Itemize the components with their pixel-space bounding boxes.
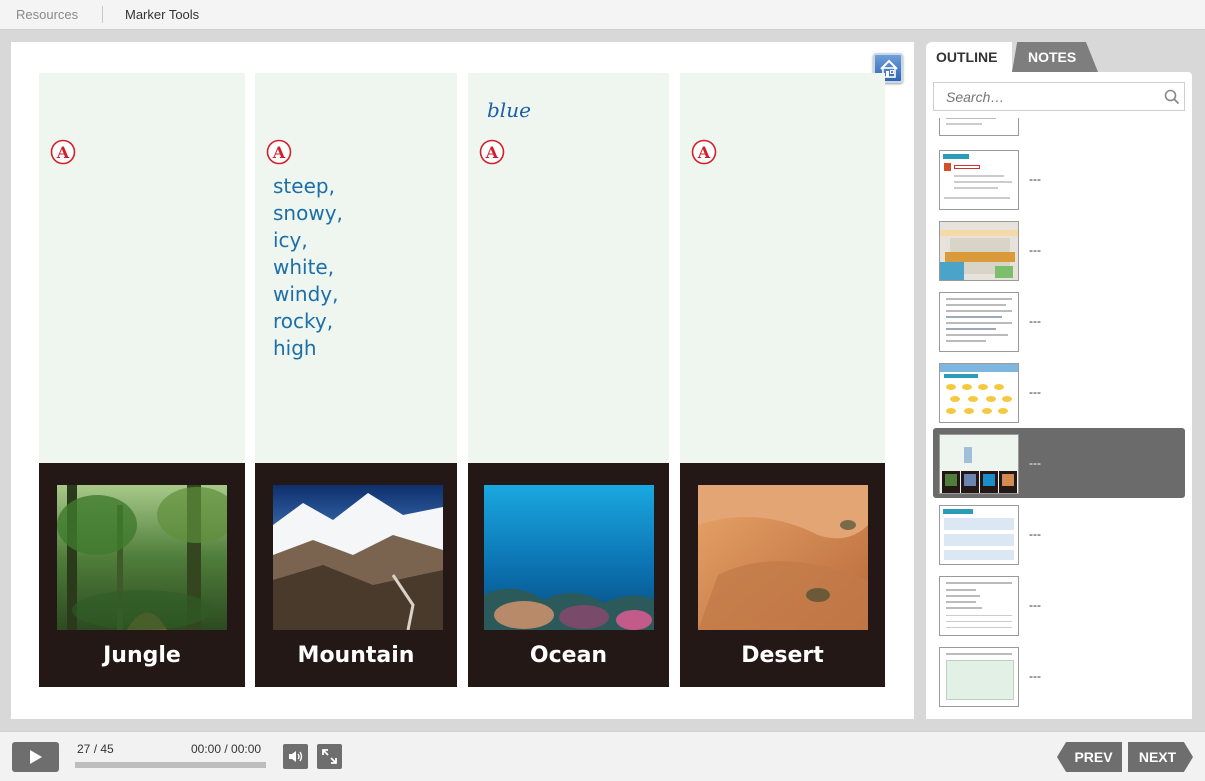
search-icon[interactable]: [1164, 89, 1180, 105]
slide-thumbnail: [939, 647, 1019, 707]
answer-a-icon[interactable]: A: [479, 139, 505, 165]
biome-label: Ocean: [529, 643, 608, 668]
thumbnail-row[interactable]: ---: [933, 641, 1185, 711]
biome-column-mountain: A steep, snowy, icy, white, windy, rocky…: [255, 73, 457, 687]
thumbnail-title: ---: [1029, 243, 1041, 257]
total-pages: / 45: [93, 742, 114, 756]
time-total: / 00:00: [224, 742, 262, 756]
answer-a-icon[interactable]: A: [50, 139, 76, 165]
thumbnail-title: ---: [1029, 527, 1041, 541]
svg-text:A: A: [272, 143, 286, 162]
play-button[interactable]: [12, 742, 59, 772]
thumbnail-row[interactable]: ---: [933, 215, 1185, 285]
prev-button[interactable]: PREV: [1057, 742, 1122, 772]
jungle-photo: [57, 485, 227, 630]
slide-thumbnail: [939, 505, 1019, 565]
thumbnail-title: ---: [1029, 385, 1041, 399]
sidebar: OUTLINE NOTES Search… --- --- --- --- --…: [926, 42, 1192, 719]
biome-card: Desert: [680, 463, 885, 687]
thumbnail-title: ---: [1029, 314, 1041, 328]
answer-text: steep, snowy, icy, white, windy, rocky, …: [273, 174, 343, 360]
slide-thumbnail: [939, 292, 1019, 352]
progress-bar[interactable]: [75, 762, 266, 768]
biome-column-ocean: blue A Ocean: [468, 73, 669, 687]
thumbnail-row[interactable]: [933, 118, 1185, 140]
next-button[interactable]: NEXT: [1128, 742, 1193, 772]
biome-card: Ocean: [468, 463, 669, 687]
tab-outline[interactable]: OUTLINE: [926, 42, 1012, 72]
slide-thumbnail: [939, 576, 1019, 636]
playback-controls: 27 / 45 00:00 / 00:00 PREV NEXT: [0, 731, 1205, 781]
thumbnail-title: ---: [1029, 172, 1041, 186]
answer-area[interactable]: A: [680, 73, 885, 463]
answer-a-icon[interactable]: A: [691, 139, 717, 165]
thumbnail-row[interactable]: ---: [933, 357, 1185, 427]
biome-card: Mountain: [255, 463, 457, 687]
resources-menu[interactable]: Resources: [16, 7, 78, 22]
slide-thumbnail-list[interactable]: --- --- --- --- --- --- --- ---: [933, 118, 1185, 713]
search-input[interactable]: [934, 83, 1154, 110]
svg-text:A: A: [697, 143, 711, 162]
biome-label: Jungle: [103, 643, 181, 668]
slide-canvas: A Jungle A steep, snowy, icy, white, win…: [11, 42, 914, 719]
fullscreen-button[interactable]: [317, 744, 342, 769]
outline-panel: --- ---: [926, 72, 1192, 719]
answer-a-icon[interactable]: A: [266, 139, 292, 165]
thumbnail-row[interactable]: ---: [933, 570, 1185, 640]
mountain-photo: [273, 485, 443, 630]
thumbnail-row[interactable]: ---: [933, 499, 1185, 569]
search-box: [933, 82, 1185, 111]
slide-thumbnail: [939, 434, 1019, 494]
play-icon: [30, 750, 42, 764]
volume-button[interactable]: [283, 744, 308, 769]
answer-area[interactable]: blue A: [468, 73, 669, 463]
thumbnail-row-active[interactable]: ---: [933, 428, 1185, 498]
page-counter: 27 / 45: [77, 742, 114, 756]
thumbnail-row[interactable]: ---: [933, 144, 1185, 214]
thumbnail-row[interactable]: ---: [933, 286, 1185, 356]
biome-label: Desert: [741, 643, 824, 668]
biome-column-jungle: A Jungle: [39, 73, 245, 687]
answer-area[interactable]: A steep, snowy, icy, white, windy, rocky…: [255, 73, 457, 463]
slide-thumbnail: [939, 221, 1019, 281]
answer-area[interactable]: A: [39, 73, 245, 463]
marker-tools-menu[interactable]: Marker Tools: [125, 7, 199, 22]
svg-text:A: A: [485, 143, 499, 162]
biome-label: Mountain: [297, 643, 415, 668]
slide-thumbnail: [939, 150, 1019, 210]
speaker-icon: [289, 751, 303, 762]
time-current: 00:00: [191, 742, 222, 756]
menu-divider: [102, 6, 103, 23]
top-menu-bar: Resources Marker Tools: [0, 0, 1205, 30]
desert-photo: [698, 485, 868, 630]
tab-notes[interactable]: NOTES: [1012, 42, 1098, 72]
thumbnail-title: ---: [1029, 669, 1041, 683]
time-display: 00:00 / 00:00: [191, 742, 261, 756]
biome-card: Jungle: [39, 463, 245, 687]
thumbnail-title: ---: [1029, 456, 1041, 470]
thumbnail-title: ---: [1029, 598, 1041, 612]
svg-text:A: A: [56, 143, 70, 162]
slide-thumbnail: [939, 118, 1019, 136]
biome-column-desert: A Desert: [680, 73, 885, 687]
current-page: 27: [77, 742, 91, 756]
handwritten-answer: blue: [487, 98, 531, 122]
ocean-photo: [484, 485, 654, 630]
expand-icon: [322, 749, 337, 764]
slide-thumbnail: [939, 363, 1019, 423]
